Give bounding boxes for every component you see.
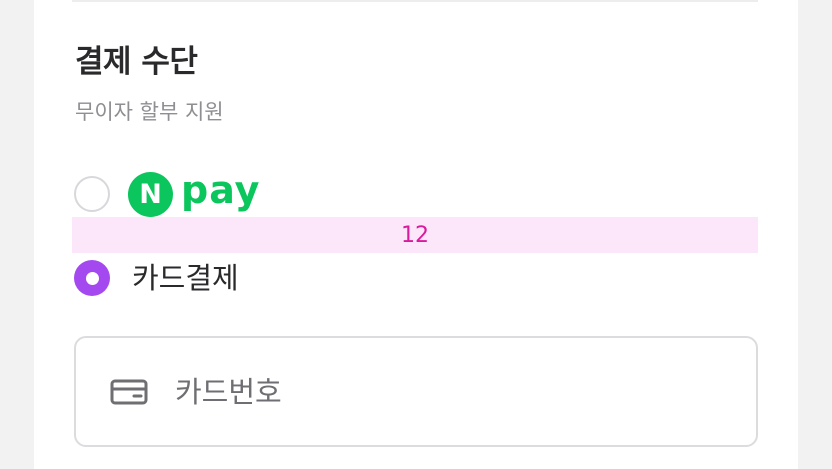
credit-card-icon	[110, 378, 148, 406]
payment-option-npay[interactable]: N pay	[74, 171, 260, 217]
npay-logo: N pay	[128, 168, 261, 217]
spacing-guide: 12	[72, 217, 758, 253]
npay-radio-button[interactable]	[74, 176, 110, 212]
payment-option-card[interactable]: 카드결제	[74, 255, 239, 301]
section-title: 결제 수단	[75, 44, 198, 80]
npay-brand-text: pay	[181, 168, 261, 212]
payment-screen: 결제 수단 무이자 할부 지원 N pay 12 카드결제 카드번호	[0, 0, 832, 469]
spacing-guide-label: 12	[401, 222, 429, 248]
radio-selected-dot	[85, 271, 99, 285]
card-number-placeholder: 카드번호	[175, 374, 282, 409]
npay-badge-icon: N	[128, 171, 173, 217]
card-number-input[interactable]: 카드번호	[74, 336, 758, 447]
top-divider	[72, 0, 758, 2]
card-radio-button[interactable]	[74, 260, 110, 296]
section-subtitle: 무이자 할부 지원	[75, 100, 224, 124]
card-option-label: 카드결제	[132, 261, 239, 295]
